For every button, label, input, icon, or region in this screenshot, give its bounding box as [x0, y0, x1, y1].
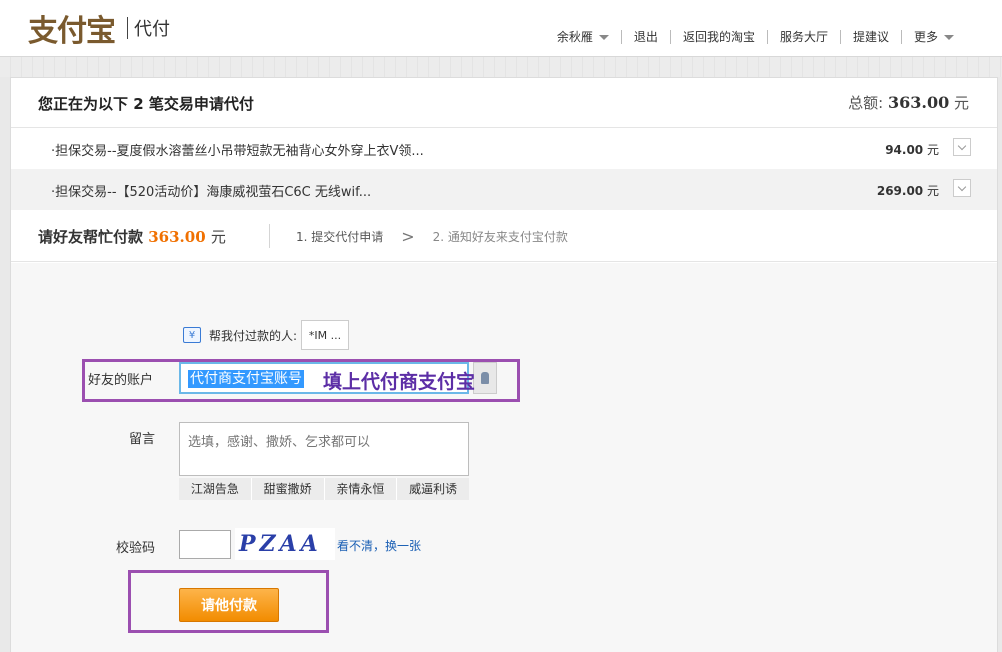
total-unit: 元 [953, 94, 969, 112]
captcha-input[interactable] [179, 530, 231, 559]
payment-amount: 363.00 [148, 228, 206, 246]
quick-phrases: 江湖告急 甜蜜撒娇 亲情永恒 威逼利诱 [179, 478, 469, 500]
nav-feedback-label: 提建议 [852, 30, 889, 44]
step-1: 1. 提交代付申请 [296, 229, 384, 244]
trade-row: ·担保交易--【520活动价】海康威视萤石C6C 无线wif... 269.00… [11, 169, 997, 210]
alipay-logo[interactable]: 支付宝 代付 [28, 10, 170, 49]
logo-mark: 支付宝 [28, 14, 116, 49]
nav-logout[interactable]: 退出 [620, 30, 670, 44]
annotation-box-account [82, 359, 520, 402]
nav-back-taobao[interactable]: 返回我的淘宝 [669, 30, 767, 44]
trade-amount-unit: 元 [926, 143, 939, 157]
caret-down-icon [944, 34, 954, 40]
nav-back-taobao-label: 返回我的淘宝 [682, 30, 755, 44]
trade-row: ·担保交易--夏度假水溶蕾丝小吊带短款无袖背心女外穿上衣V领... 94.00 … [11, 128, 997, 169]
chevron-down-icon [957, 182, 967, 191]
captcha-label: 校验码 [116, 541, 156, 556]
nav-user-name: 余秋雁 [556, 30, 593, 44]
product-name: 代付 [134, 19, 170, 40]
payment-unit: 元 [210, 228, 226, 246]
nav-service-hall[interactable]: 服务大厅 [766, 30, 840, 44]
trade-amount: 94.00 元 [885, 141, 939, 158]
nav-feedback[interactable]: 提建议 [839, 30, 901, 44]
captcha-refresh-link[interactable]: 看不清，换一张 [337, 537, 421, 554]
top-nav: 余秋雁 退出 返回我的淘宝 服务大厅 提建议 更多 [545, 30, 966, 44]
previous-payers: ¥ 帮我付过款的人: *IM ... [183, 320, 350, 350]
summary-title: 您正在为以下 2 笔交易申请代付 [38, 95, 254, 113]
trade-amount: 269.00 元 [877, 182, 939, 199]
message-textarea[interactable] [179, 422, 469, 476]
nav-more-menu[interactable]: 更多 [900, 30, 966, 44]
helper-label: 帮我付过款的人: [209, 328, 298, 343]
step-indicator: 1. 提交代付申请 > 2. 通知好友来支付宝付款 [269, 224, 568, 248]
annotation-box-submit [128, 570, 329, 633]
message-label: 留言 [129, 432, 156, 447]
payment-label-text: 请好友帮忙付款 [38, 228, 144, 246]
total-value: 363.00 [887, 93, 950, 112]
main-panel: 您正在为以下 2 笔交易申请代付 总额: 363.00 元 ·担保交易--夏度假… [10, 77, 998, 652]
summary-row: 您正在为以下 2 笔交易申请代付 总额: 363.00 元 [11, 78, 997, 128]
nav-more-label: 更多 [913, 30, 938, 44]
quick-phrase[interactable]: 江湖告急 [179, 478, 251, 500]
trade-name: ·担保交易--夏度假水溶蕾丝小吊带短款无袖背心女外穿上衣V领... [51, 144, 424, 159]
trade-expand-button[interactable] [953, 179, 971, 197]
trade-amount-unit: 元 [926, 184, 939, 198]
trade-amount-value: 94.00 [885, 143, 924, 157]
quick-phrase[interactable]: 甜蜜撒娇 [250, 478, 324, 500]
caret-down-icon [598, 34, 609, 40]
quick-phrase[interactable]: 威逼利诱 [396, 478, 469, 500]
header-band [0, 57, 1002, 77]
trade-expand-button[interactable] [953, 138, 971, 156]
yen-icon: ¥ [183, 327, 201, 343]
trade-amount-value: 269.00 [876, 184, 924, 198]
trade-name: ·担保交易--【520活动价】海康威视萤石C6C 无线wif... [51, 185, 372, 200]
chevron-down-icon [957, 141, 967, 150]
site-header: 支付宝 代付 余秋雁 退出 返回我的淘宝 服务大厅 提建议 更多 [0, 0, 1002, 57]
request-form: ¥ 帮我付过款的人: *IM ... 好友的账户 代付商支付宝账号 填上代付商支… [11, 263, 997, 652]
nav-logout-label: 退出 [633, 30, 658, 44]
nav-service-hall-label: 服务大厅 [779, 30, 828, 44]
payment-row: 请好友帮忙付款 363.00 元 1. 提交代付申请 > 2. 通知好友来支付宝… [11, 210, 997, 262]
step-arrow: > [401, 226, 415, 246]
summary-total: 总额: 363.00 元 [848, 92, 969, 113]
quick-phrase[interactable]: 亲情永恒 [323, 478, 397, 500]
step-2: 2. 通知好友来支付宝付款 [432, 229, 568, 244]
total-label: 总额: [848, 94, 884, 112]
logo-divider [127, 17, 128, 39]
captcha-image: PZAA [235, 528, 335, 560]
nav-user-menu[interactable]: 余秋雁 [545, 30, 621, 44]
payment-label: 请好友帮忙付款 363.00 元 [38, 226, 226, 247]
previous-payer-chip[interactable]: *IM ... [301, 320, 350, 350]
